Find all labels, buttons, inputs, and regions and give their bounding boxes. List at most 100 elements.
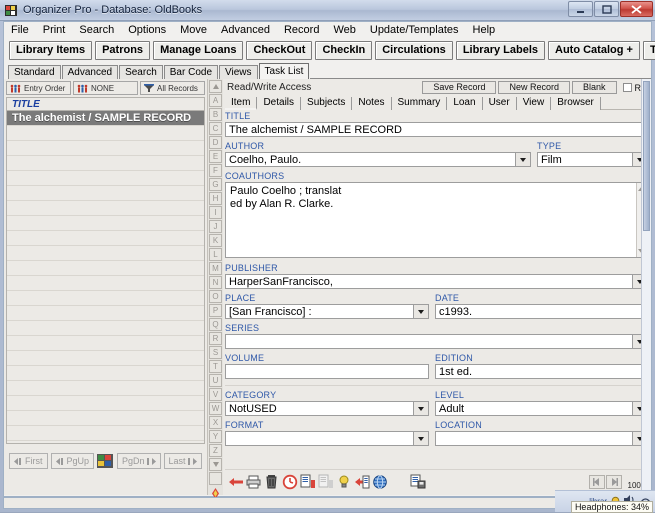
menu-help[interactable]: Help [466,23,503,37]
record-tab-summary[interactable]: Summary [392,97,448,110]
alpha-index-u[interactable]: U [209,374,222,387]
list-item[interactable] [7,216,204,231]
close-button[interactable] [620,1,653,17]
print-icon[interactable] [246,474,262,490]
list-item[interactable] [7,141,204,156]
list-item[interactable] [7,351,204,366]
date-input[interactable]: c1993. [435,304,648,319]
prev-record-button[interactable] [588,475,605,489]
menu-options[interactable]: Options [121,23,173,37]
alpha-index-l[interactable]: L [209,248,222,261]
menu-file[interactable]: File [4,23,36,37]
toolbar-checkin[interactable]: CheckIn [315,41,373,60]
delete-trash-icon[interactable] [264,474,280,490]
record-tab-user[interactable]: User [483,97,517,110]
toolbar-patrons[interactable]: Patrons [95,41,151,60]
volume-input[interactable] [225,364,429,379]
list-item[interactable] [7,186,204,201]
record-tab-loan[interactable]: Loan [447,97,483,110]
list-item[interactable] [7,246,204,261]
list-item[interactable] [7,336,204,351]
list-item[interactable] [7,396,204,411]
alpha-index-h[interactable]: H [209,192,222,205]
alpha-index-t[interactable]: T [209,360,222,373]
back-arrow-icon[interactable] [228,474,244,490]
record-tab-notes[interactable]: Notes [352,97,392,110]
record-tab-view[interactable]: View [517,97,552,110]
place-combobox[interactable]: [San Francisco] : [225,304,429,319]
tab-search[interactable]: Search [119,65,163,79]
menu-update-templates[interactable]: Update/Templates [363,23,466,37]
menu-record[interactable]: Record [277,23,326,37]
nav-last-button[interactable]: Last [163,453,202,469]
save-record-button[interactable]: Save Record [422,81,497,94]
type-combobox[interactable]: Film [537,152,648,167]
alpha-index-o[interactable]: O [209,290,222,303]
paste-record-icon[interactable] [318,474,334,490]
record-tab-details[interactable]: Details [257,97,302,110]
list-item[interactable] [7,291,204,306]
series-combobox[interactable] [225,334,648,349]
menu-print[interactable]: Print [36,23,73,37]
toolbar-tutor-web[interactable]: Tutor (Web) [642,41,655,60]
level-combobox[interactable]: Adult [435,401,648,416]
menu-search[interactable]: Search [72,23,121,37]
record-tab-item[interactable]: Item [225,97,258,110]
alpha-index-z[interactable]: Z [209,444,222,457]
toolbar-checkout[interactable]: CheckOut [246,41,313,60]
chevron-down-icon[interactable] [413,305,428,318]
globe-icon[interactable] [372,474,388,490]
alpha-index-b[interactable]: B [209,108,222,121]
list-item[interactable] [7,156,204,171]
alpha-index-g[interactable]: G [209,178,222,191]
chevron-down-icon[interactable] [515,153,530,166]
nav-pgup-button[interactable]: PgUp [50,453,95,469]
new-record-button[interactable]: New Record [498,81,570,94]
nav-pgdn-button[interactable]: PgDn [117,453,161,469]
form-vertical-scrollbar[interactable] [641,79,651,495]
tab-standard[interactable]: Standard [8,65,61,79]
color-cube-icon[interactable] [97,453,114,469]
title-input[interactable]: The alchemist / SAMPLE RECORD [225,122,648,137]
toolbar-library-items[interactable]: Library Items [9,41,93,60]
toolbar-manage-loans[interactable]: Manage Loans [153,41,244,60]
list-item[interactable] [7,201,204,216]
alpha-index-a[interactable]: A [209,94,222,107]
maximize-button[interactable] [594,1,619,17]
toolbar-library-labels[interactable]: Library Labels [455,41,546,60]
format-combobox[interactable] [225,431,429,446]
menu-advanced[interactable]: Advanced [214,23,277,37]
toolbar-auto-catalog[interactable]: Auto Catalog + [548,41,640,60]
alpha-clear-button[interactable] [209,472,222,485]
alpha-index-n[interactable]: N [209,276,222,289]
tab-task-list[interactable]: Task List [258,63,310,79]
form-scrollbar-thumb[interactable] [643,81,650,231]
tab-views[interactable]: Views [219,65,258,79]
alpha-index-m[interactable]: M [209,262,222,275]
edition-input[interactable]: 1st ed. [435,364,648,379]
alpha-index-j[interactable]: J [209,220,222,233]
alpha-scroll-up-icon[interactable] [209,80,222,93]
filter-all-records[interactable]: All Records [140,81,205,95]
alpha-index-y[interactable]: Y [209,430,222,443]
list-item[interactable] [7,321,204,336]
record-tab-subjects[interactable]: Subjects [301,97,353,110]
list-item[interactable] [7,426,204,441]
alpha-index-q[interactable]: Q [209,318,222,331]
lightbulb-icon[interactable] [336,474,352,490]
nav-first-button[interactable]: First [9,453,48,469]
alpha-index-w[interactable]: W [209,402,222,415]
list-column-header-title[interactable]: TITLE [6,97,205,111]
alpha-index-p[interactable]: P [209,304,222,317]
list-item[interactable] [7,366,204,381]
tab-bar-code[interactable]: Bar Code [163,65,219,79]
alpha-scroll-down-icon[interactable] [209,458,222,471]
list-item[interactable] [7,126,204,141]
minimize-button[interactable] [568,1,593,17]
list-item[interactable] [7,381,204,396]
coauthors-textarea[interactable]: Paulo Coelho ; translat ed by Alan R. Cl… [225,182,648,258]
alpha-index-k[interactable]: K [209,234,222,247]
list-item[interactable] [7,306,204,321]
blank-button[interactable]: Blank [571,81,617,94]
copy-record-icon[interactable] [300,474,316,490]
